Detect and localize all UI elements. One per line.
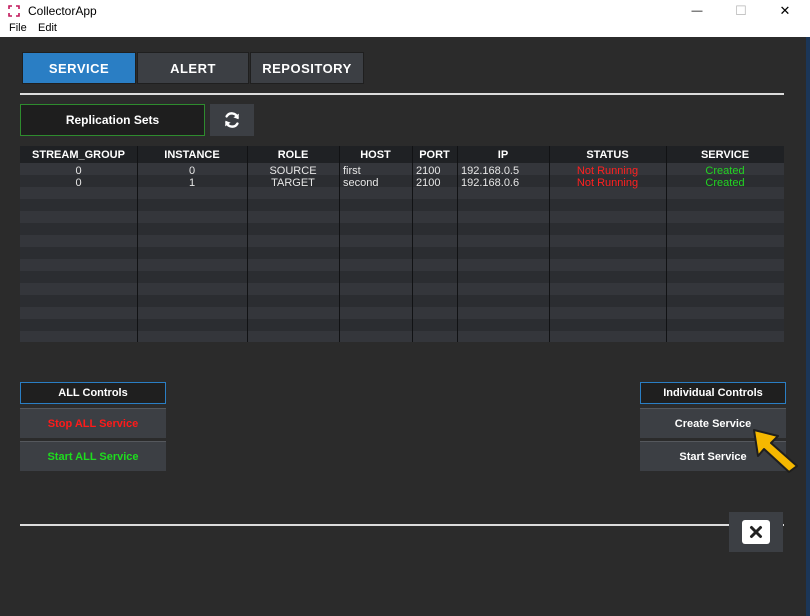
table-header: STREAM_GROUP INSTANCE ROLE HOST PORT IP …	[20, 146, 784, 163]
table-row[interactable]	[20, 235, 784, 247]
cell-service[interactable]: Created	[666, 177, 784, 189]
column-header-status[interactable]: STATUS	[549, 146, 666, 163]
refresh-button[interactable]	[210, 104, 254, 136]
cell-instance[interactable]: 0	[137, 165, 247, 177]
menu-edit[interactable]: Edit	[38, 22, 57, 34]
desktop-edge	[806, 37, 810, 616]
stop-all-service-button[interactable]: Stop ALL Service	[20, 408, 166, 438]
column-header-service[interactable]: SERVICE	[666, 146, 784, 163]
minimize-button[interactable]: —	[675, 0, 719, 22]
table-row[interactable]	[20, 307, 784, 319]
start-all-service-button[interactable]: Start ALL Service	[20, 441, 166, 471]
app-logo-icon	[8, 5, 20, 17]
column-header-ip[interactable]: IP	[457, 146, 549, 163]
column-header-host[interactable]: HOST	[339, 146, 412, 163]
cell-port[interactable]: 2100	[412, 165, 457, 177]
cell-ip[interactable]: 192.168.0.5	[457, 165, 549, 177]
title-bar: CollectorApp — ☐ ✕	[0, 0, 810, 22]
menu-bar: File Edit	[0, 22, 810, 37]
tab-alert[interactable]: ALERT	[137, 52, 249, 84]
table-row[interactable]	[20, 295, 784, 307]
pointer-arrow-icon	[753, 429, 798, 473]
table-row[interactable]	[20, 283, 784, 295]
minimize-icon: —	[691, 5, 703, 17]
cell-port[interactable]: 2100	[412, 177, 457, 189]
cell-stream-group[interactable]: 0	[20, 177, 137, 189]
close-window-button[interactable]: ✕	[763, 0, 807, 22]
cell-stream-group[interactable]: 0	[20, 165, 137, 177]
column-header-instance[interactable]: INSTANCE	[137, 146, 247, 163]
table-row[interactable]	[20, 259, 784, 271]
table-row[interactable]	[20, 199, 784, 211]
cell-instance[interactable]: 1	[137, 177, 247, 189]
cell-status[interactable]: Not Running	[549, 165, 666, 177]
cell-status[interactable]: Not Running	[549, 177, 666, 189]
table-row[interactable]	[20, 223, 784, 235]
individual-controls-header: Individual Controls	[640, 382, 786, 404]
tab-service[interactable]: SERVICE	[22, 52, 136, 84]
bottom-divider	[20, 524, 784, 526]
cell-host[interactable]: first	[339, 165, 412, 177]
menu-file[interactable]: File	[9, 22, 27, 34]
close-app-button[interactable]	[729, 512, 783, 552]
cell-host[interactable]: second	[339, 177, 412, 189]
cell-ip[interactable]: 192.168.0.6	[457, 177, 549, 189]
main-content: SERVICE ALERT REPOSITORY Replication Set…	[0, 37, 810, 616]
table-row[interactable]	[20, 247, 784, 259]
maximize-button[interactable]: ☐	[719, 0, 763, 22]
top-divider	[20, 93, 784, 95]
replication-sets-label: Replication Sets	[20, 104, 205, 136]
column-header-role[interactable]: ROLE	[247, 146, 339, 163]
cell-role[interactable]: TARGET	[247, 177, 339, 189]
refresh-icon	[225, 112, 239, 128]
all-controls-header: ALL Controls	[20, 382, 166, 404]
column-header-stream-group[interactable]: STREAM_GROUP	[20, 146, 137, 163]
table-row[interactable]	[20, 211, 784, 223]
tab-repository[interactable]: REPOSITORY	[250, 52, 364, 84]
column-header-port[interactable]: PORT	[412, 146, 457, 163]
app-window: CollectorApp — ☐ ✕ File Edit SERVICE ALE…	[0, 0, 810, 616]
window-title: CollectorApp	[28, 4, 97, 18]
table-row[interactable]	[20, 271, 784, 283]
cell-service[interactable]: Created	[666, 165, 784, 177]
replication-table: STREAM_GROUP INSTANCE ROLE HOST PORT IP …	[20, 146, 784, 342]
table-row[interactable]	[20, 319, 784, 331]
close-icon: ✕	[779, 3, 791, 18]
maximize-icon: ☐	[735, 3, 747, 18]
cell-role[interactable]: SOURCE	[247, 165, 339, 177]
table-row[interactable]	[20, 331, 784, 342]
close-square-icon	[742, 520, 770, 544]
